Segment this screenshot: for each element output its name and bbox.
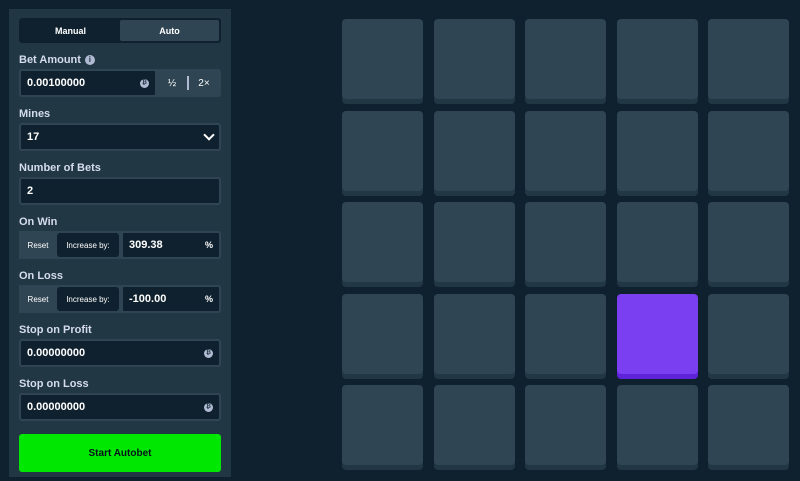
bet-amount-label-row: Bet Amount i [19,52,221,67]
mine-tile[interactable] [708,293,789,374]
start-autobet-button[interactable]: Start Autobet [19,434,221,472]
number-of-bets-input[interactable]: 2 [19,177,221,205]
mine-tile[interactable] [525,385,606,465]
number-of-bets-value: 2 [27,185,34,197]
on-win-increase-button[interactable]: Increase by: [57,233,119,257]
mine-tile[interactable] [616,110,698,191]
mines-label: Mines [19,107,51,120]
coin-icon: ₿ [204,402,213,412]
bet-panel: Manual Auto Bet Amount i 0.00100000 ₿ ½ … [9,9,231,477]
coin-icon: ₿ [204,348,213,358]
mine-grid [342,19,789,470]
mine-tile[interactable] [616,202,698,282]
stop-on-loss-value: 0.00000000 [27,401,86,413]
coin-icon: ₿ [140,78,149,88]
mine-tile[interactable] [433,110,515,191]
on-win-reset-button[interactable]: Reset [19,231,57,259]
mine-tile[interactable] [525,110,606,191]
stop-on-profit-value: 0.00000000 [27,347,86,359]
on-loss-increase-button[interactable]: Increase by: [57,287,119,311]
mine-tile[interactable] [616,385,698,465]
mine-tile[interactable] [525,202,606,282]
stop-on-loss-label: Stop on Loss [19,377,89,390]
mine-tile[interactable] [342,19,423,99]
mine-tile[interactable] [433,385,515,465]
on-win-label: On Win [19,215,58,228]
stop-on-loss-input[interactable]: 0.00000000 ₿ [19,393,221,421]
on-loss-value: -100.00 [129,293,167,305]
on-win-input[interactable]: 309.38 % [121,231,221,259]
tab-auto[interactable]: Auto [120,20,219,41]
mines-select[interactable]: 17 [19,123,221,151]
stop-on-profit-input[interactable]: 0.00000000 ₿ [19,339,221,367]
mine-tile[interactable] [433,19,515,99]
mine-tile[interactable] [708,385,789,465]
mine-tile[interactable] [342,385,423,465]
mine-tile[interactable] [433,293,515,374]
on-loss-input[interactable]: -100.00 % [121,285,221,313]
percent-sign: % [204,240,213,250]
mine-tile[interactable] [708,19,789,99]
mine-tile[interactable] [342,110,423,191]
bet-amount-input[interactable]: 0.00100000 ₿ [19,69,157,97]
mine-tile[interactable] [708,202,789,282]
mine-tile[interactable] [525,19,606,99]
tab-manual[interactable]: Manual [21,20,120,41]
bet-amount-value: 0.00100000 [27,77,86,89]
on-win-value: 309.38 [129,239,163,251]
mines-value: 17 [27,131,40,143]
chevron-down-icon [203,129,215,141]
percent-sign: % [204,294,213,304]
info-icon[interactable]: i [84,54,95,65]
mine-tile[interactable] [342,293,423,374]
mine-tile[interactable] [708,110,789,191]
stop-on-profit-label: Stop on Profit [19,323,92,336]
on-loss-label: On Loss [19,269,64,282]
on-loss-row: Reset Increase by: -100.00 % [19,285,221,313]
number-of-bets-label: Number of Bets [19,161,101,174]
half-button[interactable]: ½ [157,69,187,97]
double-button[interactable]: 2× [189,69,219,97]
mode-toggle: Manual Auto [19,18,221,43]
on-loss-reset-button[interactable]: Reset [19,285,57,313]
bet-amount-label: Bet Amount [19,53,81,66]
mine-tile[interactable] [616,19,698,99]
mine-tile-selected[interactable] [616,293,698,374]
mine-tile[interactable] [525,293,606,374]
mine-tile[interactable] [342,202,423,282]
on-win-row: Reset Increase by: 309.38 % [19,231,221,259]
mine-tile[interactable] [433,202,515,282]
bet-amount-row: 0.00100000 ₿ ½ 2× [19,69,221,97]
